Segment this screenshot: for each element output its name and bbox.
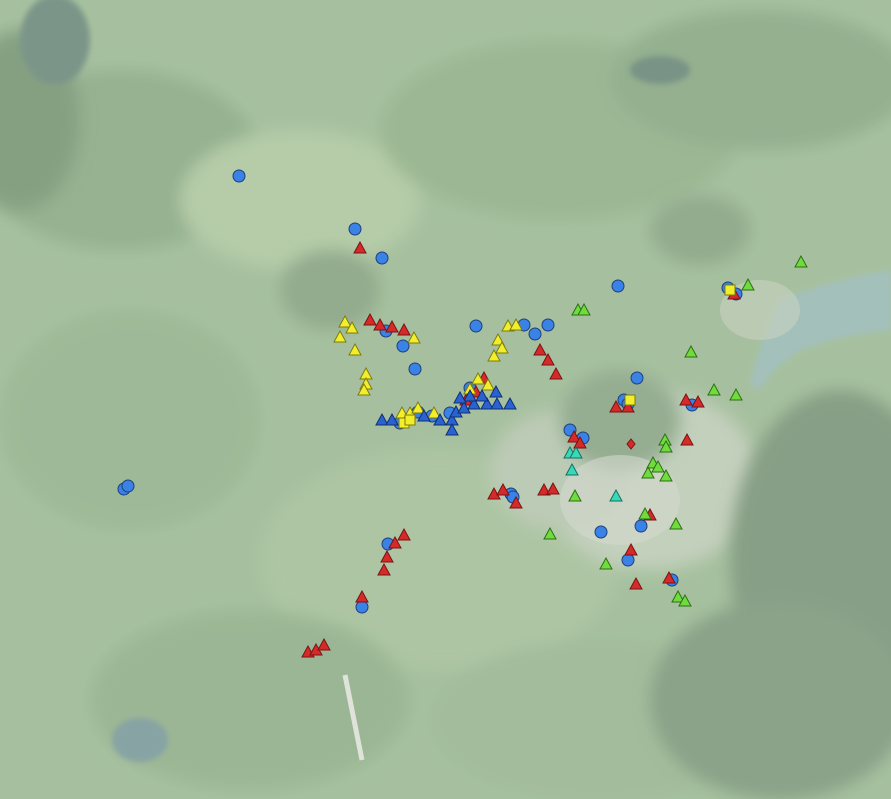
- map-view[interactable]: [0, 0, 891, 799]
- blue-circle-marker[interactable]: [355, 600, 369, 614]
- blue-circle-marker[interactable]: [121, 479, 135, 493]
- yellow-square-marker[interactable]: [724, 284, 736, 296]
- blue-circle-marker[interactable]: [594, 525, 608, 539]
- blue-circle-marker[interactable]: [232, 169, 246, 183]
- blue-circle-marker[interactable]: [408, 362, 422, 376]
- basemap-overlay: [0, 0, 891, 799]
- blue-circle-marker[interactable]: [621, 553, 635, 567]
- blue-circle-marker[interactable]: [541, 318, 555, 332]
- blue-circle-marker[interactable]: [348, 222, 362, 236]
- blue-circle-marker[interactable]: [630, 371, 644, 385]
- yellow-square-marker[interactable]: [404, 414, 416, 426]
- blue-circle-marker[interactable]: [634, 519, 648, 533]
- yellow-square-marker[interactable]: [624, 394, 636, 406]
- blue-circle-marker[interactable]: [528, 327, 542, 341]
- satellite-basemap[interactable]: [0, 0, 891, 799]
- blue-circle-marker[interactable]: [611, 279, 625, 293]
- blue-circle-marker[interactable]: [469, 319, 483, 333]
- blue-circle-marker[interactable]: [396, 339, 410, 353]
- blue-circle-marker[interactable]: [375, 251, 389, 265]
